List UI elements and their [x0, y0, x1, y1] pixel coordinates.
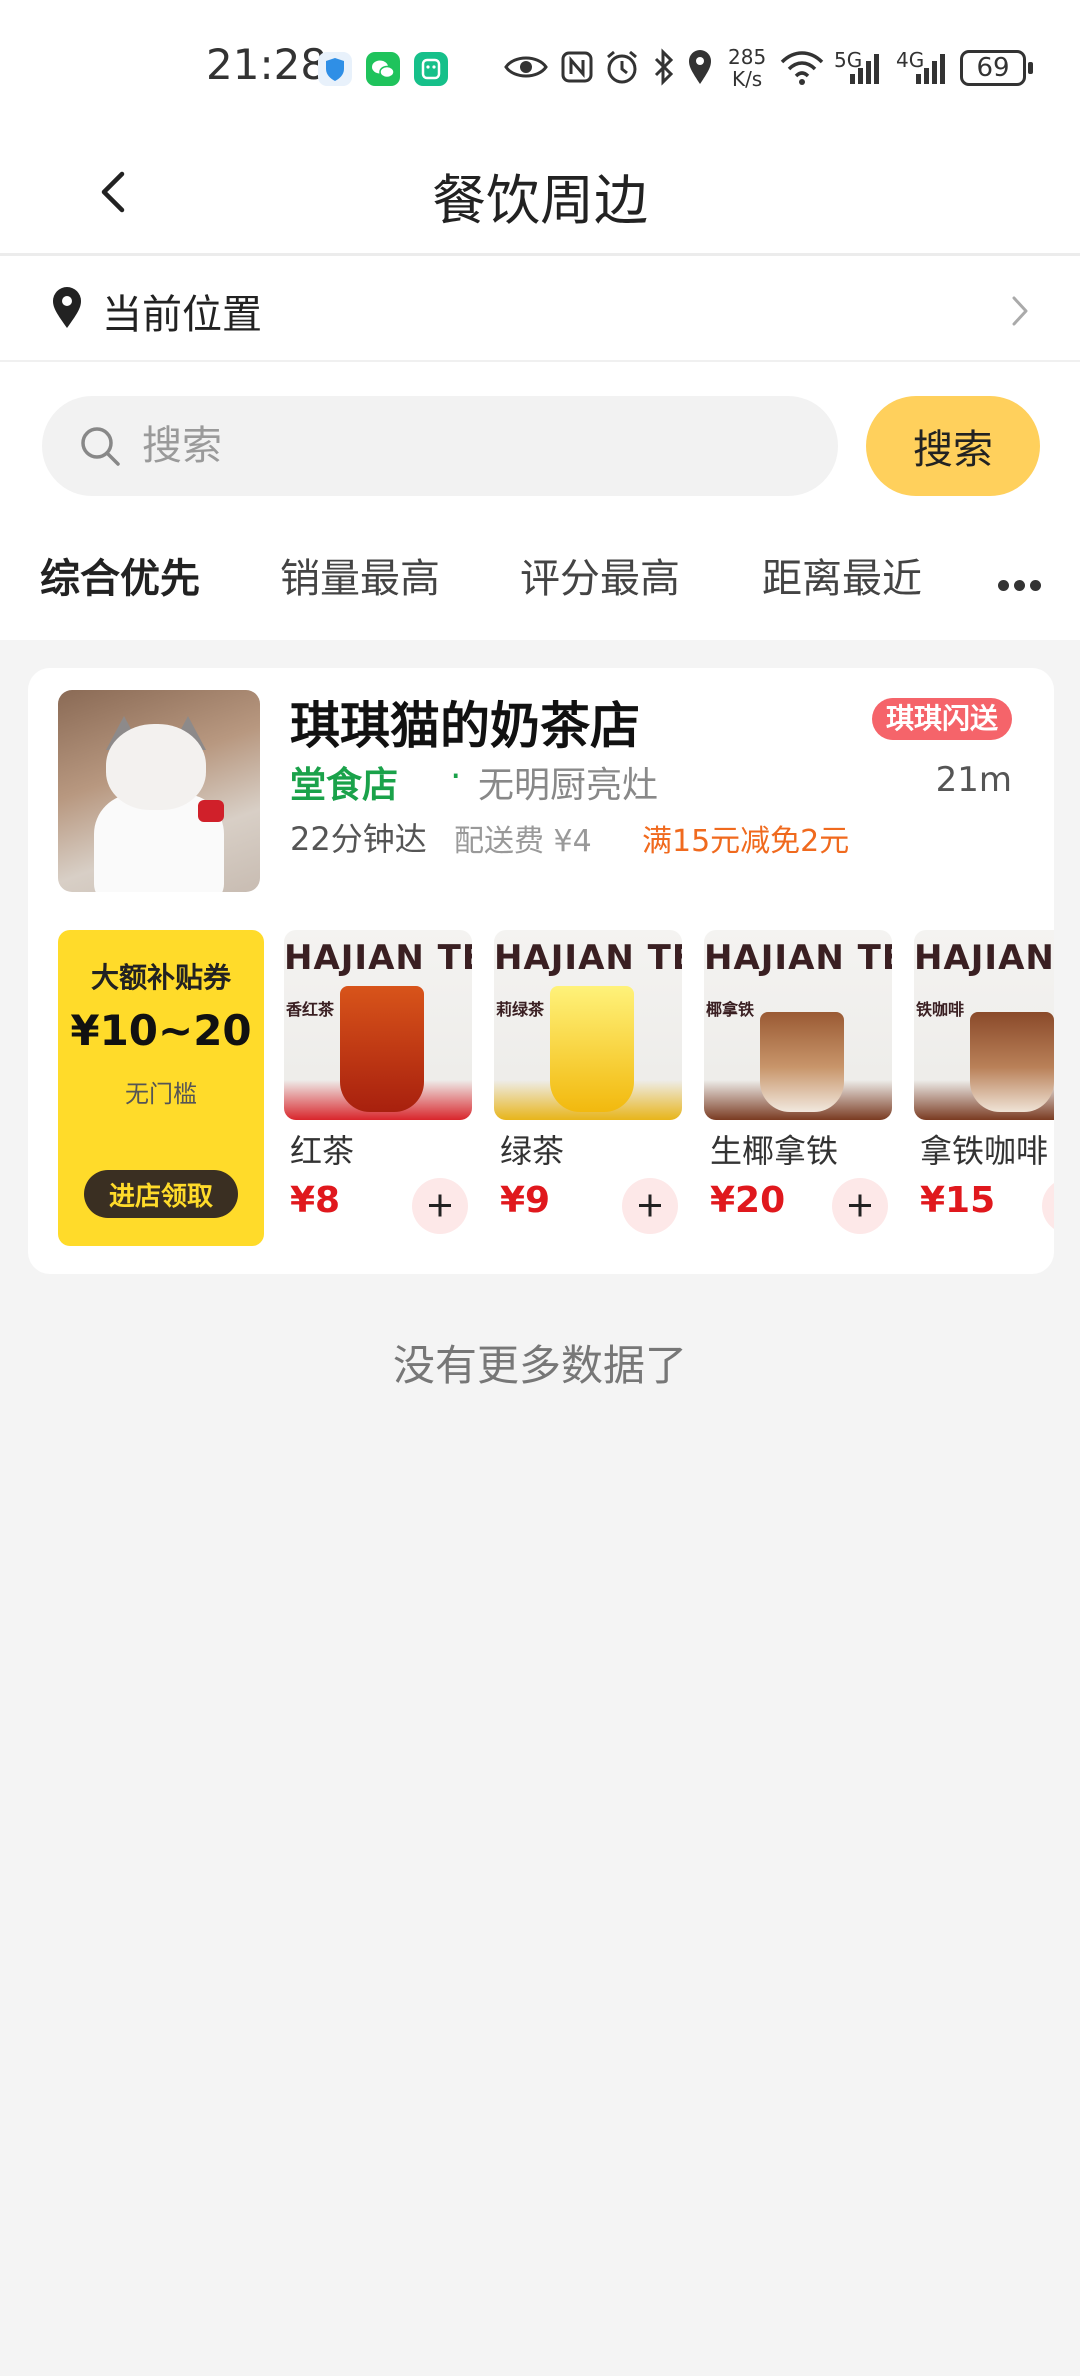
search-input[interactable]	[142, 418, 792, 474]
no-more-data: 没有更多数据了	[392, 1341, 687, 1390]
tab-distance[interactable]: 距离最近	[762, 546, 922, 604]
shop-card[interactable]: 琪琪猫的奶茶店 琪琪闪送 堂食店 · 无明厨亮灶 21m 22分钟达 配送费 ¥…	[28, 668, 1054, 1274]
mi-app-icon	[414, 52, 448, 86]
wifi-icon	[780, 51, 824, 85]
claim-coupon-button[interactable]: 进店领取	[84, 1170, 238, 1218]
status-time: 21:28	[206, 40, 328, 89]
product-image: HAJIAN TEA 椰拿铁	[704, 930, 892, 1120]
product-price: ¥8	[290, 1180, 341, 1221]
net-speed-unit: K/s	[731, 67, 763, 91]
tab-sales[interactable]: 销量最高	[280, 546, 440, 604]
product-brand: HAJIAN TEA	[284, 938, 472, 978]
shop-image	[58, 690, 260, 892]
coupon-note: 无门槛	[125, 1080, 197, 1108]
add-to-cart-button[interactable]	[412, 1178, 468, 1234]
product-label: 莉绿茶	[496, 1000, 545, 1019]
search-icon	[81, 427, 120, 466]
signal-icon	[850, 54, 879, 84]
add-to-cart-button[interactable]	[1042, 1178, 1054, 1234]
product-name: 绿茶	[500, 1132, 565, 1170]
product-label: 香红茶	[286, 1000, 335, 1019]
delivery-eta: 22分钟达	[290, 820, 427, 858]
promo-text: 满15元减免2元	[642, 824, 850, 859]
nfc-icon	[561, 51, 593, 83]
product-image: HAJIAN TEA 香红茶	[284, 930, 472, 1120]
chevron-right-icon	[1012, 296, 1028, 326]
product-item[interactable]: HAJIAN TEA 香红茶 红茶 ¥8	[284, 930, 474, 1246]
product-brand: HAJIAN TEA	[704, 938, 892, 978]
product-price: ¥15	[920, 1180, 996, 1221]
signal-icon-2	[916, 54, 945, 84]
eye-icon	[504, 56, 548, 78]
shop-name: 琪琪猫的奶茶店	[290, 697, 640, 755]
add-to-cart-button[interactable]	[622, 1178, 678, 1234]
search-button[interactable]: 搜索	[866, 396, 1040, 496]
location-pin-icon	[53, 287, 81, 328]
tab-comprehensive[interactable]: 综合优先	[40, 546, 200, 604]
coupon-title: 大额补贴券	[90, 961, 231, 994]
shield-app-icon	[318, 52, 352, 86]
delivery-fee: 配送费 ¥4	[454, 824, 592, 859]
product-image: HAJIAN TEA 莉绿茶	[494, 930, 682, 1120]
location-label: 当前位置	[102, 292, 262, 338]
sort-tabs: 综合优先 销量最高 评分最高 距离最近	[0, 522, 1080, 640]
coupon-card[interactable]: 大额补贴券 ¥10~20 无门槛 进店领取	[58, 930, 264, 1246]
search-box[interactable]	[42, 396, 838, 496]
product-price: ¥20	[710, 1180, 786, 1221]
product-name: 拿铁咖啡	[920, 1132, 1049, 1170]
product-item[interactable]: HAJIAN TEA 莉绿茶 绿茶 ¥9	[494, 930, 684, 1246]
product-item[interactable]: HAJIAN T 铁咖啡 拿铁咖啡 ¥15	[914, 930, 1054, 1246]
more-icon[interactable]	[998, 576, 1048, 591]
tag-separator: ·	[450, 756, 462, 797]
top-area: 21:28 285 K/s 5G 4G 69 餐饮周边 当前位置 搜索 搜索 综…	[0, 0, 1080, 640]
alarm-icon	[607, 50, 637, 84]
product-item[interactable]: HAJIAN TEA 椰拿铁 生椰拿铁 ¥20	[704, 930, 894, 1246]
product-brand: HAJIAN TEA	[494, 938, 682, 978]
net-speed-value: 285	[728, 45, 767, 69]
product-label: 铁咖啡	[916, 1000, 965, 1019]
shop-distance: 21m	[935, 760, 1012, 800]
search-row: 搜索	[0, 362, 1080, 522]
net-speed: 285 K/s	[728, 46, 766, 90]
product-brand: HAJIAN T	[914, 938, 1054, 978]
delivery-badge: 琪琪闪送	[871, 698, 1012, 740]
product-label: 椰拿铁	[706, 1000, 755, 1019]
tab-rating[interactable]: 评分最高	[520, 546, 680, 604]
add-to-cart-button[interactable]	[832, 1178, 888, 1234]
product-name: 生椰拿铁	[710, 1132, 839, 1170]
wechat-icon	[366, 52, 400, 86]
coupon-amount: ¥10~20	[70, 1006, 252, 1055]
bluetooth-icon	[654, 48, 674, 86]
product-image: HAJIAN T 铁咖啡	[914, 930, 1054, 1120]
location-row[interactable]: 当前位置	[0, 256, 1080, 362]
page-title: 餐饮周边	[432, 169, 648, 232]
location-icon	[689, 50, 711, 84]
product-price: ¥9	[500, 1180, 551, 1221]
status-bar: 21:28 285 K/s 5G 4G 69	[0, 0, 1080, 128]
title-bar: 餐饮周边	[0, 128, 1080, 256]
battery-icon: 69	[960, 50, 1033, 86]
shop-subtitle: 无明厨亮灶	[478, 765, 659, 806]
dine-in-tag: 堂食店	[290, 765, 399, 806]
product-name: 红茶	[290, 1132, 355, 1170]
